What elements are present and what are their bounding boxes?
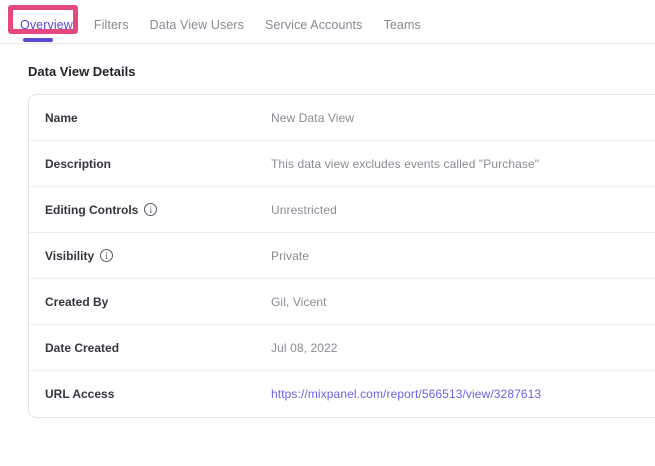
row-value: Gil, Vicent [271, 295, 327, 309]
data-view-url-link[interactable]: https://mixpanel.com/report/566513/view/… [271, 387, 541, 401]
table-row-created-by: Created By Gil, Vicent [29, 279, 655, 325]
tab-overview[interactable]: Overview [20, 18, 73, 32]
active-tab-indicator [23, 38, 53, 42]
table-row-url-access: URL Access https://mixpanel.com/report/5… [29, 371, 655, 417]
row-label-text: Created By [45, 295, 108, 309]
tab-service-accounts[interactable]: Service Accounts [265, 18, 362, 32]
row-label: Date Created [45, 341, 271, 355]
overview-panel: Data View Details Name New Data View Des… [0, 44, 655, 418]
row-label-text: Name [45, 111, 78, 125]
row-value: New Data View [271, 111, 354, 125]
row-value: This data view excludes events called "P… [271, 157, 539, 171]
row-label: Description [45, 157, 271, 171]
row-label-text: Visibility [45, 249, 94, 263]
row-value: Jul 08, 2022 [271, 341, 338, 355]
row-label: URL Access [45, 387, 271, 401]
info-icon[interactable]: i [144, 203, 157, 216]
row-label: Name [45, 111, 271, 125]
tab-teams[interactable]: Teams [383, 18, 420, 32]
table-row-date-created: Date Created Jul 08, 2022 [29, 325, 655, 371]
table-row-description: Description This data view excludes even… [29, 141, 655, 187]
row-label-text: URL Access [45, 387, 114, 401]
settings-tabbar: Overview Filters Data View Users Service… [0, 0, 655, 44]
row-label-text: Date Created [45, 341, 119, 355]
row-value: https://mixpanel.com/report/566513/view/… [271, 387, 541, 401]
row-value: Unrestricted [271, 203, 337, 217]
table-row-editing-controls: Editing Controls i Unrestricted [29, 187, 655, 233]
section-title: Data View Details [28, 64, 655, 79]
row-label-text: Description [45, 157, 111, 171]
row-label: Visibility i [45, 249, 271, 263]
row-label-text: Editing Controls [45, 203, 138, 217]
row-value: Private [271, 249, 309, 263]
row-label: Editing Controls i [45, 203, 271, 217]
info-icon[interactable]: i [100, 249, 113, 262]
table-row-name: Name New Data View [29, 95, 655, 141]
tab-filters[interactable]: Filters [94, 18, 129, 32]
data-view-details-card: Name New Data View Description This data… [28, 94, 655, 418]
table-row-visibility: Visibility i Private [29, 233, 655, 279]
row-label: Created By [45, 295, 271, 309]
tab-data-view-users[interactable]: Data View Users [150, 18, 244, 32]
